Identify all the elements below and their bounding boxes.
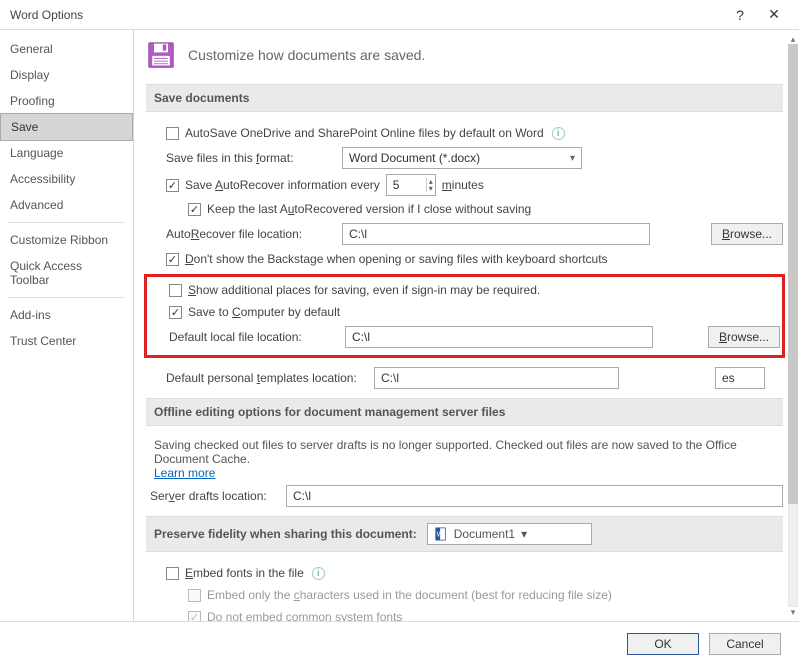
help-button[interactable]: ? xyxy=(723,0,757,30)
sidebar: General Display Proofing Save Language A… xyxy=(0,30,134,621)
highlight-box: Show additional places for saving, even … xyxy=(144,274,785,358)
browse-default-button[interactable]: Browse... xyxy=(708,326,780,348)
sidebar-item-addins[interactable]: Add-ins xyxy=(0,302,133,328)
label-templates: Default personal templates location: xyxy=(166,371,366,385)
close-button[interactable]: ✕ xyxy=(757,0,791,30)
checkbox-show-additional[interactable] xyxy=(169,284,182,297)
info-icon[interactable]: i xyxy=(552,127,565,140)
chevron-down-icon: ▾ xyxy=(570,153,575,164)
input-server-drafts[interactable]: C:\l xyxy=(286,485,783,507)
combo-save-format-value: Word Document (*.docx) xyxy=(349,151,480,165)
chevron-down-icon: ▾ xyxy=(521,527,527,541)
ok-button[interactable]: OK xyxy=(627,633,699,655)
label-keep-last: Keep the last AutoRecovered version if I… xyxy=(207,202,531,216)
save-disk-icon xyxy=(146,40,176,70)
label-dont-show-backstage: Don't show the Backstage when opening or… xyxy=(185,252,608,266)
input-ar-location[interactable]: C:\l xyxy=(342,223,650,245)
input-templates-extra[interactable]: es xyxy=(715,367,765,389)
learn-more-link[interactable]: Learn more xyxy=(150,466,779,480)
label-minutes: minutes xyxy=(442,178,484,192)
vertical-scrollbar[interactable]: ▴ ▾ xyxy=(788,34,798,617)
checkbox-no-common xyxy=(188,611,201,622)
scroll-up-icon[interactable]: ▴ xyxy=(788,34,798,44)
offline-note: Saving checked out files to server draft… xyxy=(150,438,779,466)
sidebar-item-general[interactable]: General xyxy=(0,36,133,62)
sidebar-item-trust-center[interactable]: Trust Center xyxy=(0,328,133,354)
sidebar-item-accessibility[interactable]: Accessibility xyxy=(0,166,133,192)
sidebar-item-customize-ribbon[interactable]: Customize Ribbon xyxy=(0,227,133,253)
sidebar-item-display[interactable]: Display xyxy=(0,62,133,88)
document-icon: W xyxy=(434,527,448,541)
label-save-to-computer: Save to Computer by default xyxy=(188,305,340,319)
page-subtitle: Customize how documents are saved. xyxy=(188,47,425,63)
section-offline: Offline editing options for document man… xyxy=(146,398,783,426)
browse-ar-button[interactable]: Browse... xyxy=(711,223,783,245)
cancel-button[interactable]: Cancel xyxy=(709,633,781,655)
input-templates[interactable]: C:\l xyxy=(374,367,619,389)
svg-text:W: W xyxy=(436,532,443,539)
section-preserve: Preserve fidelity when sharing this docu… xyxy=(146,516,783,552)
label-show-additional: Show additional places for saving, even … xyxy=(188,283,540,297)
combo-save-format[interactable]: Word Document (*.docx) ▾ xyxy=(342,147,582,169)
sidebar-item-advanced[interactable]: Advanced xyxy=(0,192,133,218)
titlebar: Word Options ? ✕ xyxy=(0,0,799,30)
label-default-local: Default local file location: xyxy=(169,330,337,344)
dialog-footer: OK Cancel xyxy=(0,621,799,665)
checkbox-autosave[interactable] xyxy=(166,127,179,140)
scroll-thumb[interactable] xyxy=(788,44,798,504)
checkbox-keep-last[interactable] xyxy=(188,203,201,216)
label-no-common: Do not embed common system fonts xyxy=(207,610,402,621)
section-save-documents: Save documents xyxy=(146,84,783,112)
checkbox-autorecover[interactable] xyxy=(166,179,179,192)
label-autorecover: Save AutoRecover information every xyxy=(185,178,380,192)
checkbox-embed-fonts[interactable] xyxy=(166,567,179,580)
window-title: Word Options xyxy=(10,8,83,22)
combo-preserve-value: Document1 xyxy=(454,527,515,541)
label-save-format: Save files in this format: xyxy=(166,151,334,165)
checkbox-dont-show-backstage[interactable] xyxy=(166,253,179,266)
label-ar-location: AutoRecover file location: xyxy=(166,227,334,241)
label-autosave: AutoSave OneDrive and SharePoint Online … xyxy=(185,126,544,140)
sidebar-item-qat[interactable]: Quick Access Toolbar xyxy=(0,253,133,293)
combo-preserve-document[interactable]: W Document1 ▾ xyxy=(427,523,592,545)
checkbox-embed-only xyxy=(188,589,201,602)
section-preserve-label: Preserve fidelity when sharing this docu… xyxy=(154,527,417,541)
input-default-local[interactable]: C:\l xyxy=(345,326,653,348)
scroll-down-icon[interactable]: ▾ xyxy=(788,607,798,617)
info-icon[interactable]: i xyxy=(312,567,325,580)
checkbox-save-to-computer[interactable] xyxy=(169,306,182,319)
label-server-drafts: Server drafts location: xyxy=(150,489,278,503)
label-embed-fonts: Embed fonts in the file xyxy=(185,566,304,580)
sidebar-item-language[interactable]: Language xyxy=(0,140,133,166)
label-embed-only: Embed only the characters used in the do… xyxy=(207,588,612,602)
spinner-autorecover-minutes[interactable]: 5 ▴▾ xyxy=(386,174,436,196)
sidebar-item-save[interactable]: Save xyxy=(0,113,133,141)
content-pane: Customize how documents are saved. Save … xyxy=(134,30,787,621)
sidebar-item-proofing[interactable]: Proofing xyxy=(0,88,133,114)
